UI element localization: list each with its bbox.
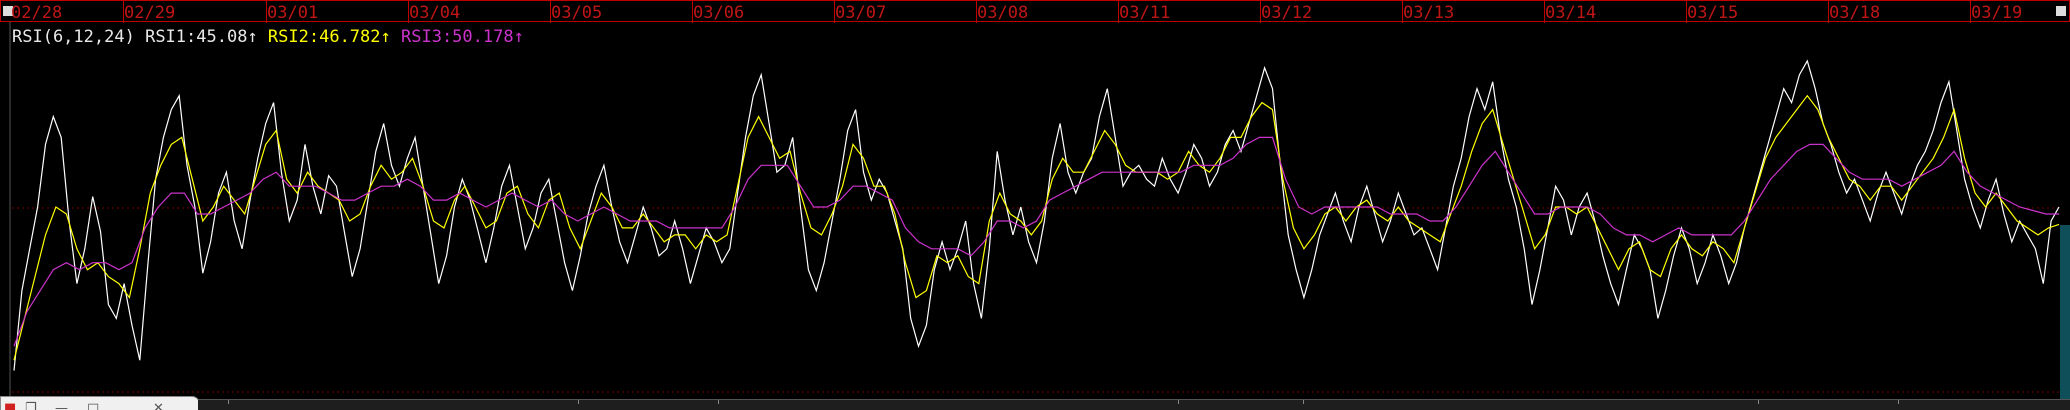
app-icon[interactable]: ■ xyxy=(4,401,16,410)
minimize-icon[interactable]: — xyxy=(55,401,68,410)
date-axis: 02/28 02/29 03/01 03/04 03/05 03/06 03/0… xyxy=(0,0,2070,23)
date-label: 03/11 xyxy=(1119,3,1171,23)
date-label: 03/06 xyxy=(693,3,745,23)
rsi2-value: RSI2:46.782↑ xyxy=(267,27,391,47)
scroll-tick xyxy=(1898,400,1899,404)
rsi1-value: RSI1:45.08↑ xyxy=(145,27,258,47)
scroll-tick xyxy=(1303,400,1304,404)
date-label: 03/13 xyxy=(1403,3,1455,23)
series-layer xyxy=(13,59,2060,371)
indicator-legend: RSI(6,12,24) RSI1:45.08↑ RSI2:46.782↑ RS… xyxy=(12,27,524,47)
restore-icon[interactable]: ❐ xyxy=(25,401,37,410)
series-line-rsi3 xyxy=(13,136,2059,347)
date-label: 02/29 xyxy=(124,3,176,23)
series-line-rsi2 xyxy=(13,94,2060,361)
date-label: 03/15 xyxy=(1687,3,1739,23)
date-label: 03/07 xyxy=(835,3,887,23)
date-label: 03/19 xyxy=(1971,3,2023,23)
window-tab: ■ ❐ — □ ✕ xyxy=(0,396,200,410)
maximize-icon[interactable]: □ xyxy=(87,401,99,410)
series-line-rsi1 xyxy=(13,59,2060,371)
date-label: 03/12 xyxy=(1261,3,1313,23)
indicator-label: RSI(6,12,24) xyxy=(12,27,135,47)
horizontal-scrollbar[interactable] xyxy=(198,399,2070,410)
right-side-panel xyxy=(2060,225,2070,400)
date-label: 03/18 xyxy=(1829,3,1881,23)
right-corner-box xyxy=(2056,6,2066,16)
date-label: 03/08 xyxy=(977,3,1029,23)
close-icon[interactable]: ✕ xyxy=(153,401,164,410)
date-label: 02/28 xyxy=(11,3,63,23)
chart-window: { "chart_data": { "type": "line", "indic… xyxy=(0,0,2070,410)
rsi3-value: RSI3:50.178↑ xyxy=(401,27,524,47)
date-label: 03/05 xyxy=(551,3,603,23)
rsi-plot xyxy=(9,22,2060,398)
date-label: 03/04 xyxy=(409,3,461,23)
date-label: 03/14 xyxy=(1545,3,1597,23)
scroll-tick xyxy=(228,400,229,404)
scroll-tick xyxy=(1178,400,1179,404)
scroll-tick xyxy=(578,400,579,404)
date-label: 03/01 xyxy=(267,3,319,23)
scroll-tick xyxy=(1758,400,1759,404)
scroll-tick xyxy=(718,400,719,404)
